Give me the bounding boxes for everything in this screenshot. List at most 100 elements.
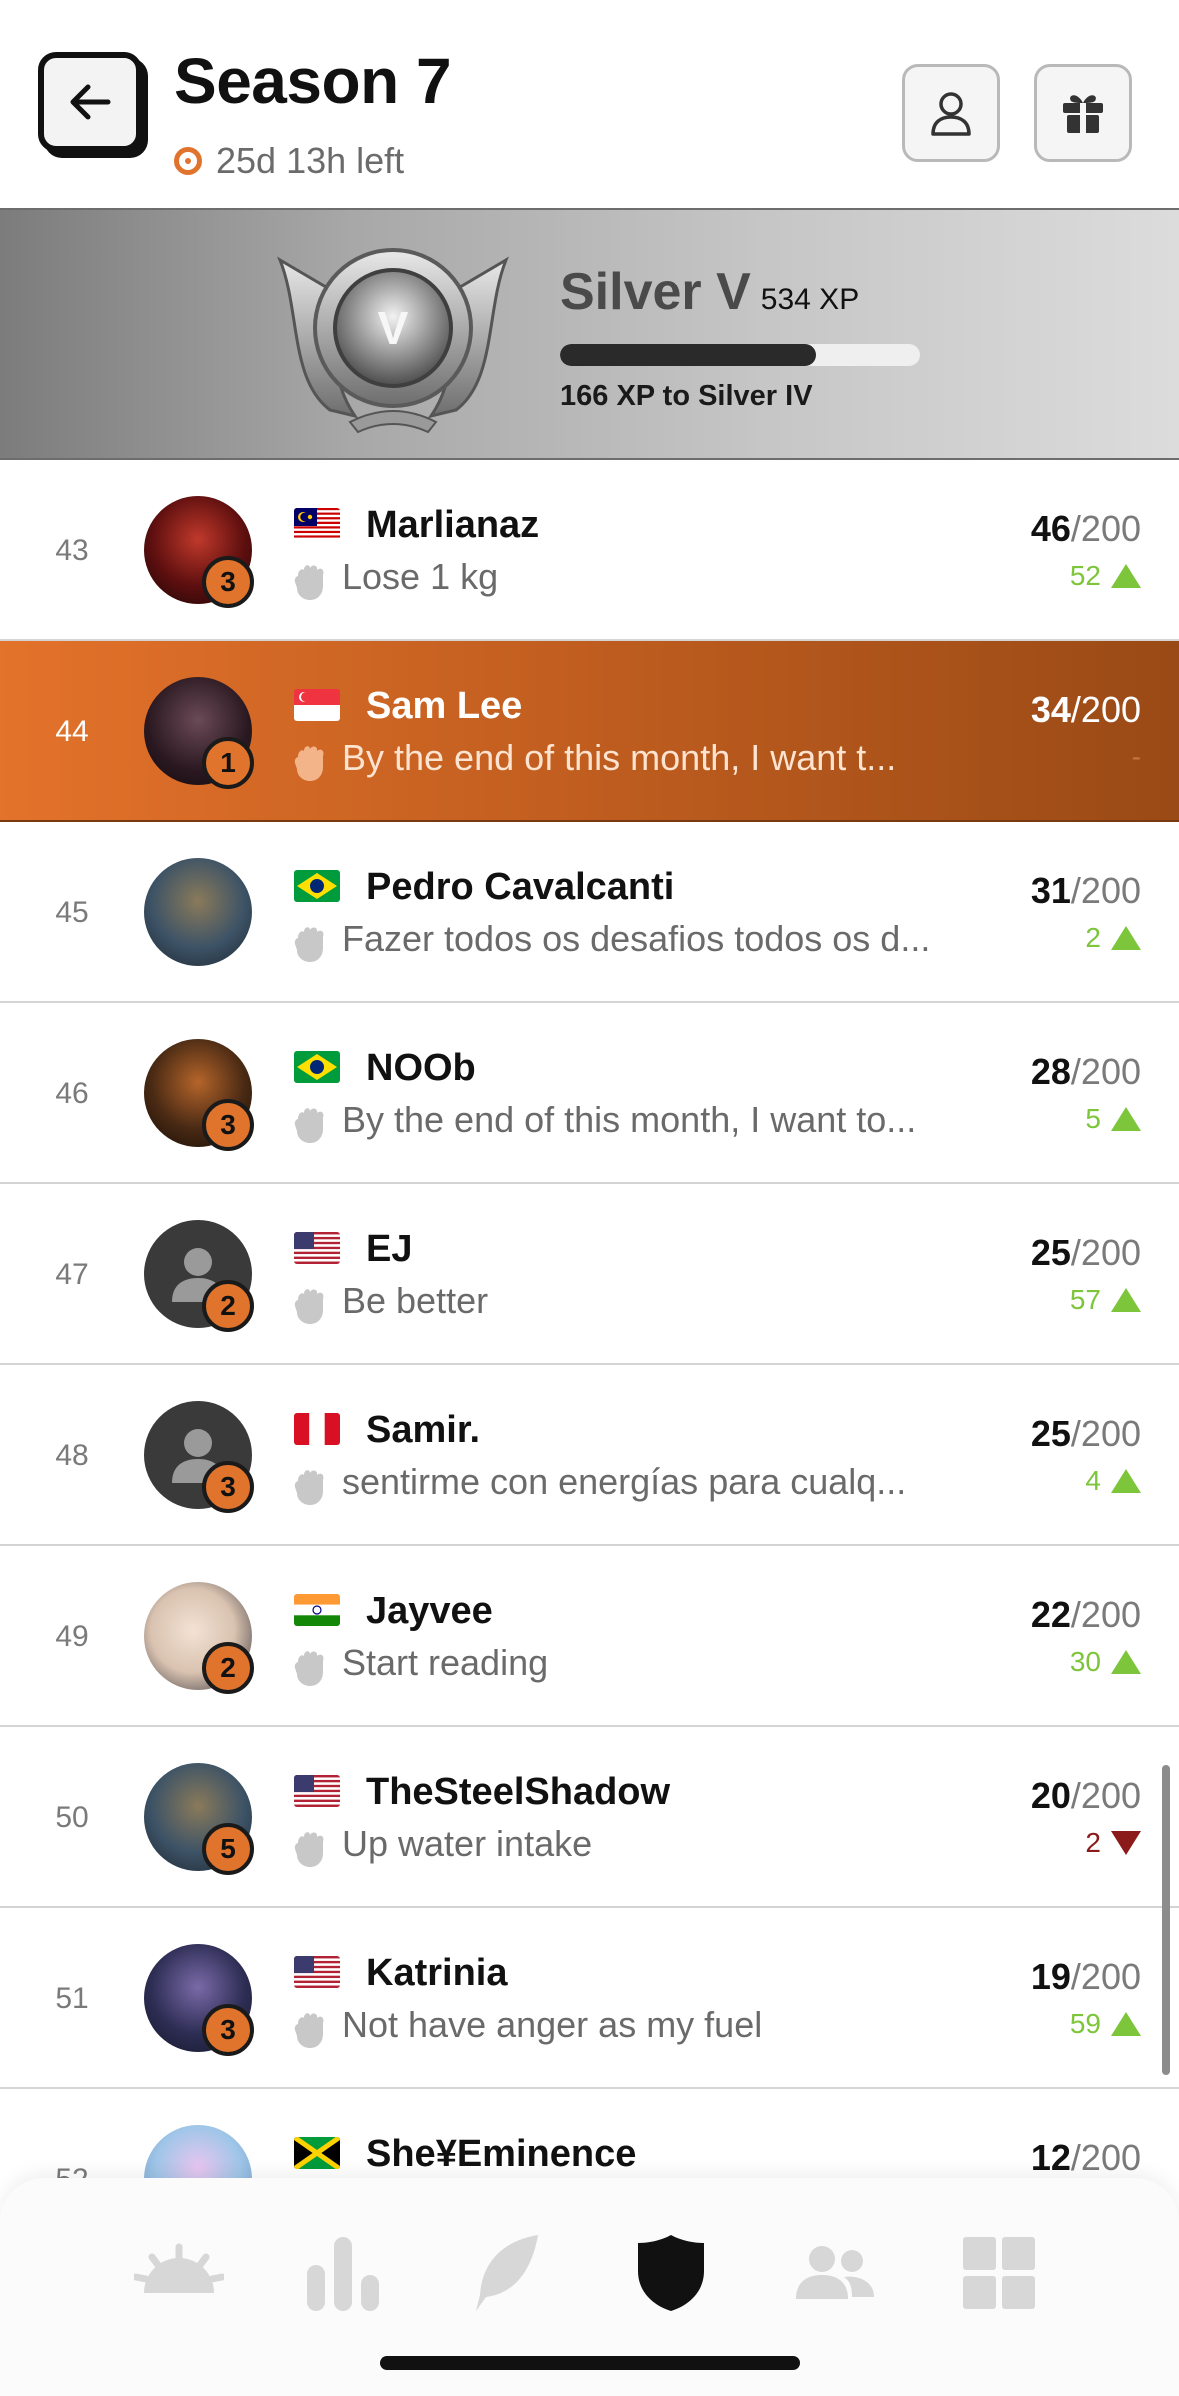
arrow-up-icon <box>1111 2012 1141 2036</box>
avatar-image <box>144 858 252 966</box>
gift-icon <box>1063 95 1103 133</box>
avatar[interactable]: 5 <box>144 1763 254 1875</box>
back-button[interactable] <box>38 52 142 152</box>
arrow-down-icon <box>1111 1831 1141 1855</box>
username: Marlianaz <box>366 504 540 546</box>
avatar[interactable] <box>144 858 252 966</box>
score-total: /200 <box>1070 1956 1141 1997</box>
rank-change-value: 2 <box>1085 922 1101 953</box>
gift-button[interactable] <box>1034 64 1132 162</box>
score: 12/200 <box>1031 2137 1141 2179</box>
level-badge: 3 <box>202 1099 254 1151</box>
leaderboard-row[interactable]: 47 2 EJ Be better 25/200 57 <box>0 1184 1179 1365</box>
username: Samir. <box>366 1409 481 1451</box>
arrow-up-icon <box>1111 1469 1141 1493</box>
country-flag-icon <box>294 870 340 902</box>
rank-change: 30 <box>1070 1646 1141 1678</box>
score-value: 22 <box>1030 1594 1071 1635</box>
country-flag-icon <box>294 1413 340 1445</box>
username: TheSteelShadow <box>366 1771 671 1813</box>
avatar[interactable]: 3 <box>144 1944 254 2056</box>
rank-change-value: 52 <box>1069 560 1101 591</box>
avatar[interactable]: 3 <box>144 1401 254 1513</box>
goal-text: sentirme con energías para cualq... <box>342 1461 907 1502</box>
score-value: 20 <box>1030 1775 1071 1816</box>
score: 31/200 <box>1031 870 1141 912</box>
avatar[interactable]: 2 <box>144 1582 254 1694</box>
tier-name: Silver V 534 XP <box>560 262 859 322</box>
goal-text: Be better <box>342 1280 489 1321</box>
rank-change: 59 <box>1070 2008 1141 2040</box>
tab-more[interactable] <box>954 2228 1044 2318</box>
rank-change: 2 <box>1085 922 1141 954</box>
season-timer: 25d 13h left <box>174 140 404 182</box>
score-value: 12 <box>1030 2137 1071 2178</box>
arrow-up-icon <box>1111 1107 1141 1131</box>
avatar[interactable]: 2 <box>144 1220 254 1332</box>
avatar[interactable]: 1 <box>144 677 254 789</box>
fist-icon <box>294 1108 324 1143</box>
tab-league[interactable] <box>626 2228 716 2318</box>
timer-icon <box>174 147 202 175</box>
rank-number: 43 <box>55 533 89 567</box>
leaderboard-row[interactable]: 51 3 Katrinia Not have anger as my fuel … <box>0 1908 1179 2089</box>
leaderboard-row[interactable]: 48 3 Samir. sentirme con energías para c… <box>0 1365 1179 1546</box>
fist-icon <box>294 1651 324 1686</box>
tab-journal[interactable] <box>462 2228 552 2318</box>
profile-button[interactable] <box>902 64 1000 162</box>
rank-number: 49 <box>55 1619 89 1653</box>
score-value: 19 <box>1030 1956 1071 1997</box>
score-value: 28 <box>1030 1051 1071 1092</box>
score: 25/200 <box>1031 1413 1141 1455</box>
leaderboard-row[interactable]: 46 3 NOOb By the end of this month, I wa… <box>0 1003 1179 1184</box>
shield-icon <box>638 2235 704 2311</box>
tab-stats[interactable] <box>298 2228 388 2318</box>
person-icon <box>931 92 971 136</box>
tab-sunrise[interactable] <box>134 2228 224 2318</box>
tab-friends[interactable] <box>790 2228 880 2318</box>
xp-progress-fill <box>560 344 816 366</box>
leaderboard-row[interactable]: 49 2 Jayvee Start reading 22/200 30 <box>0 1546 1179 1727</box>
rank-change-value: 57 <box>1069 1284 1101 1315</box>
score-total: /200 <box>1070 689 1141 730</box>
goal-text: Start reading <box>342 1642 549 1683</box>
xp-to-next: 166 XP to Silver IV <box>560 380 813 413</box>
avatar[interactable]: 3 <box>144 496 254 608</box>
country-flag-icon <box>294 1956 340 1988</box>
xp-to-next-prefix: 166 XP to <box>560 380 699 412</box>
level-badge: 2 <box>202 1280 254 1332</box>
grid-icon <box>963 2237 1035 2309</box>
leaderboard-row[interactable]: 45 Pedro Cavalcanti Fazer todos os desaf… <box>0 822 1179 1003</box>
country-flag-icon <box>294 1775 340 1807</box>
rank-number: 48 <box>55 1438 89 1472</box>
fist-icon <box>294 927 324 962</box>
rank-change-value: 4 <box>1085 1465 1101 1496</box>
bar-chart-icon <box>307 2237 379 2311</box>
avatar[interactable]: 3 <box>144 1039 254 1151</box>
score-value: 34 <box>1030 689 1071 730</box>
score-value: 46 <box>1030 508 1071 549</box>
score: 28/200 <box>1031 1051 1141 1093</box>
fist-icon <box>294 2013 324 2048</box>
score-value: 31 <box>1030 870 1071 911</box>
people-icon <box>796 2246 874 2299</box>
rank-change-value: 2 <box>1085 1827 1101 1858</box>
level-badge: 3 <box>202 556 254 608</box>
fist-icon <box>294 1832 324 1867</box>
arrow-left-icon <box>70 84 111 120</box>
score-total: /200 <box>1070 1232 1141 1273</box>
goal-text: Fazer todos os desafios todos os d... <box>342 918 931 959</box>
goal-text: Not have anger as my fuel <box>342 2004 763 2045</box>
leaderboard-row[interactable]: 43 3 Marlianaz Lose 1 kg 46/200 52 <box>0 460 1179 641</box>
username: Jayvee <box>366 1590 493 1632</box>
tier-badge-icon: V <box>276 248 510 434</box>
leaderboard-row[interactable]: 50 5 TheSteelShadow Up water intake 20/2… <box>0 1727 1179 1908</box>
score-total: /200 <box>1070 508 1141 549</box>
leaderboard-row-current-user[interactable]: 44 1 Sam Lee By the end of this month, I… <box>0 641 1179 822</box>
fist-icon <box>294 746 324 781</box>
rank-number: 50 <box>55 1800 89 1834</box>
goal-text: By the end of this month, I want to... <box>342 1099 917 1140</box>
scrollbar[interactable] <box>1162 1765 1170 2075</box>
home-indicator[interactable] <box>380 2356 800 2370</box>
country-flag-icon <box>294 1594 340 1626</box>
